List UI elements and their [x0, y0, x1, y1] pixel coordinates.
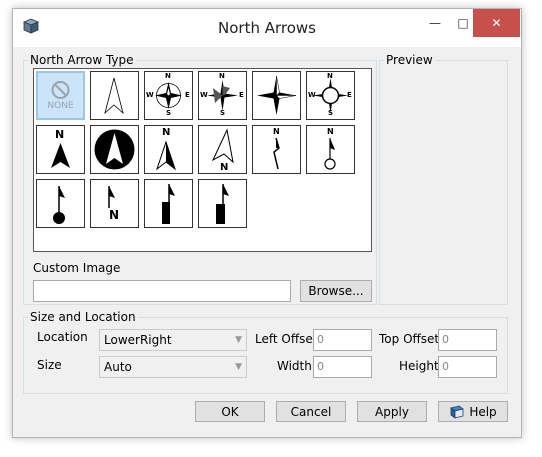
arrow-style-14[interactable] [144, 179, 193, 228]
left-offset-input[interactable]: 0 [313, 329, 372, 351]
tilted-arrow-icon [211, 128, 234, 164]
arrow-style-15[interactable] [198, 179, 247, 228]
arrow-style-9[interactable]: N [198, 125, 247, 174]
cancel-button[interactable]: Cancel [276, 401, 346, 422]
size-select[interactable]: Auto ▼ [99, 356, 247, 378]
custom-image-label: Custom Image [33, 261, 121, 275]
arrow-type-grid: NONE N S W E N S W E N S W E N N N N N N [33, 68, 372, 252]
compass-w-letter: W [146, 91, 154, 99]
arrow-style-13[interactable]: N [90, 179, 139, 228]
arrow-style-12[interactable] [36, 179, 85, 228]
compass-s-letter: S [166, 109, 172, 117]
arrow-style-1[interactable] [90, 71, 139, 120]
arrow-none[interactable]: NONE [36, 71, 85, 120]
star-n-letter: N [219, 72, 225, 80]
close-icon: ✕ [491, 16, 502, 30]
minimize-icon: — [429, 16, 441, 30]
arrow-style-5[interactable]: N S W E [306, 71, 355, 120]
top-offset-input[interactable]: 0 [438, 329, 497, 351]
bar-arrow-icon [162, 184, 175, 224]
preview-group: Preview [379, 53, 508, 305]
arrow-style-11[interactable]: N [306, 125, 355, 174]
no-symbol-icon [51, 81, 70, 99]
close-button[interactable]: ✕ [473, 9, 520, 37]
arrow-style-8[interactable]: N [144, 125, 193, 174]
size-value: Auto [104, 360, 132, 374]
custom-image-path-input[interactable] [33, 280, 291, 302]
circle-s-letter: S [328, 109, 334, 117]
preview-label: Preview [384, 53, 435, 67]
location-select[interactable]: LowerRight ▼ [99, 329, 247, 351]
north-arrow-type-label: North Arrow Type [28, 53, 136, 67]
top-offset-label: Top Offset: [379, 332, 444, 346]
arrow-style-2[interactable]: N S W E [144, 71, 193, 120]
circle-n-letter: N [327, 72, 333, 80]
arrow-style-7[interactable] [90, 125, 139, 174]
circle-e-letter: E [347, 91, 352, 99]
location-chevron-down-icon: ▼ [235, 335, 242, 345]
ok-button[interactable]: OK [195, 401, 265, 422]
arrow-style-3[interactable]: N S W E [198, 71, 247, 120]
half-arrow-icon [156, 140, 176, 171]
star-w-letter: W [200, 91, 208, 99]
arrow-style-10[interactable]: N [252, 125, 301, 174]
size-label: Size [37, 358, 62, 372]
left-offset-label: Left Offset: [255, 332, 322, 346]
help-label: Help [469, 404, 497, 419]
north-arrows-dialog: North Arrows — □ ✕ North Arrow Type NONE… [12, 8, 522, 438]
none-label: NONE [47, 101, 74, 111]
arrow-style-4[interactable] [252, 71, 301, 120]
bar-arrow-alt-icon [216, 184, 229, 224]
apply-button[interactable]: Apply [357, 401, 427, 422]
location-value: LowerRight [104, 333, 172, 347]
height-input[interactable]: 0 [438, 356, 497, 378]
height-label: Height: [399, 359, 443, 373]
four-point-star-icon [257, 75, 297, 115]
circle-w-letter: W [308, 91, 316, 99]
compass-n-letter: N [165, 72, 171, 80]
arrow-style-6[interactable]: N [36, 125, 85, 174]
circle-arrow-icon [94, 129, 135, 170]
outline-arrow-icon [104, 77, 124, 115]
flag-arrow-n-icon [108, 186, 115, 208]
size-chevron-down-icon: ▼ [235, 362, 242, 372]
help-book-icon [450, 405, 465, 419]
pin-arrow-icon [324, 138, 336, 170]
solid-arrow-icon [51, 143, 70, 168]
size-location-label: Size and Location [28, 310, 138, 324]
minimize-button[interactable]: — [421, 9, 449, 37]
title-bar: North Arrows — □ ✕ [13, 9, 521, 47]
star-e-letter: E [239, 91, 244, 99]
location-label: Location [37, 330, 88, 344]
help-button[interactable]: Help [438, 401, 508, 422]
maximize-icon: □ [457, 16, 469, 30]
size-location-group: Size and Location [23, 310, 508, 394]
lightning-arrow-icon [273, 137, 280, 170]
width-input[interactable]: 0 [313, 356, 372, 378]
star-s-letter: S [220, 109, 226, 117]
compass-e-letter: E [185, 91, 190, 99]
browse-button[interactable]: Browse... [300, 280, 372, 302]
width-label: Width: [277, 359, 316, 373]
pin-dot-arrow-icon [53, 186, 65, 224]
